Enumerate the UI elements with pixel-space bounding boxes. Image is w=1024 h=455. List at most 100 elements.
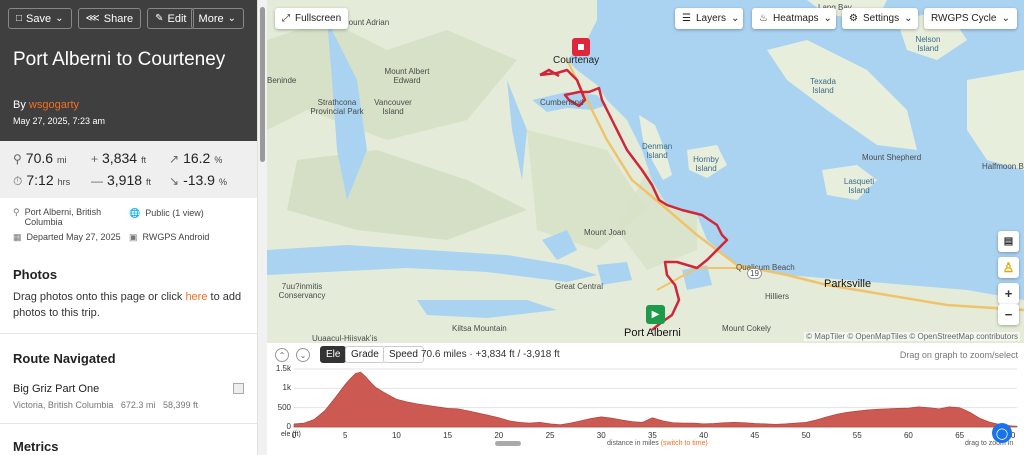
max-grade-value: 16.2 [183, 150, 211, 166]
layers-button[interactable]: ☰ Layers ⌄ [675, 8, 743, 29]
x-tick-label: 45 [750, 431, 760, 440]
map-label-hornby: Hornby Island [693, 155, 719, 173]
route-name-link[interactable]: Big Griz Part One [13, 383, 99, 395]
distance-icon: ⚲ [13, 152, 22, 166]
elevation-point [948, 406, 950, 408]
more-button[interactable]: More ⌄ [190, 8, 244, 29]
y-tick-label: 1k [282, 383, 291, 393]
elevation-point [360, 371, 362, 373]
chevron-down-icon: ⌄ [823, 13, 832, 24]
zoom-in-button[interactable]: + [998, 283, 1019, 304]
elevation-point [447, 407, 449, 409]
map-icon: ▤ [1003, 236, 1014, 247]
elevation-point [385, 393, 387, 395]
map-label-mount-cokely: Mount Cokely [722, 324, 771, 333]
elevation-point [529, 422, 531, 424]
flame-icon: ♨ [759, 13, 768, 24]
collapse-up-button[interactable]: ⌃ [275, 348, 289, 362]
map-label-cumberland: Cumberland [540, 98, 584, 107]
elevation-point [969, 411, 971, 413]
elevation-point [672, 422, 674, 424]
calendar-icon: ▦ [13, 232, 22, 242]
trip-stats: ⚲ 70.6 mi + 3,834 ft ↗ 16.2 % ⏱ 7:12 hrs… [0, 141, 257, 198]
finish-marker[interactable] [572, 38, 590, 56]
elevation-point [610, 417, 612, 419]
x-tick-label: 20 [494, 431, 504, 440]
scrollbar-thumb[interactable] [260, 7, 265, 162]
elevation-point [785, 423, 787, 425]
street-view-button[interactable]: ♙ [998, 257, 1019, 278]
globe-icon: 🌐 [129, 208, 141, 218]
route-thumbnail-image[interactable] [233, 383, 244, 394]
map-label-mount-shepherd: Mount Shepherd [862, 153, 922, 162]
settings-button[interactable]: ⚙ Settings ⌄ [842, 8, 918, 29]
elevation-point [467, 410, 469, 412]
share-button[interactable]: ⋘ Share [77, 8, 142, 29]
chevron-down-icon: ⌄ [227, 13, 236, 24]
stat-elev-loss: — 3,918 ft [91, 172, 151, 188]
fullscreen-label: Fullscreen [295, 13, 342, 24]
chat-support-button[interactable]: ◯ [992, 423, 1012, 443]
start-marker[interactable]: ▶ [646, 305, 665, 324]
switch-to-time-link[interactable]: (switch to time) [661, 440, 708, 447]
meta-location: ⚲ Port Alberni, British Columbia [13, 207, 123, 227]
tab-ele[interactable]: Ele [320, 346, 347, 363]
elevation-point [703, 423, 705, 425]
elevation-point [488, 414, 490, 416]
save-button[interactable]: □ Save ⌄ [8, 8, 72, 29]
elev-gain-unit: ft [141, 155, 147, 165]
device-icon: ▣ [129, 232, 138, 242]
save-label: Save [26, 12, 52, 25]
elevation-point [406, 401, 408, 403]
route-distance: 672.3 mi [120, 400, 156, 410]
zoom-out-button[interactable]: − [998, 304, 1019, 325]
elevation-point [539, 421, 541, 423]
plus-icon: + [91, 152, 99, 166]
elevation-point [518, 421, 520, 423]
elevation-point [897, 407, 899, 409]
elevation-point [651, 417, 653, 419]
pegman-icon: ♙ [1002, 259, 1015, 275]
map-attribution[interactable]: © MapTiler © OpenMapTiles © OpenStreetMa… [804, 332, 1020, 341]
tab-speed[interactable]: Speed [383, 346, 424, 363]
edit-button[interactable]: ✎ Edit [147, 8, 195, 29]
sidebar-scrollbar[interactable] [257, 0, 267, 455]
elevation-point [354, 373, 356, 375]
arrow-down-right-icon: ↘ [169, 174, 180, 188]
tab-grade[interactable]: Grade [345, 346, 385, 363]
stopwatch-icon: ⏱ [13, 174, 23, 188]
elevation-point [907, 407, 909, 409]
heatmaps-button[interactable]: ♨ Heatmaps ⌄ [752, 8, 836, 29]
elevation-point [349, 378, 351, 380]
x-tick-label: 5 [342, 431, 348, 440]
elevation-chart[interactable] [267, 365, 1024, 433]
elevation-point [754, 423, 756, 425]
elevation-scrollbar[interactable] [495, 441, 521, 446]
heatmaps-label: Heatmaps [772, 13, 819, 24]
elevation-point [887, 408, 889, 410]
x-tick-label: 55 [852, 431, 862, 440]
elevation-point [938, 408, 940, 410]
basemap-select[interactable]: RWGPS Cycle ⌄ [924, 8, 1017, 29]
elevation-point [621, 419, 623, 421]
trip-sidebar: □ Save ⌄ ⋘ Share ✎ Edit More ⌄ Port Albe… [0, 0, 257, 455]
chevron-down-icon: ⌄ [904, 13, 913, 24]
stat-elev-gain: + 3,834 ft [91, 150, 146, 166]
elevation-point [313, 418, 315, 420]
elevation-point [826, 416, 828, 418]
map-label-parksville: Parksville [824, 278, 872, 290]
map-view[interactable]: Courtenay Cumberland Port Alberni Parksv… [267, 0, 1024, 343]
collapse-down-button[interactable]: ⌄ [296, 348, 310, 362]
fullscreen-button[interactable]: ⤢ Fullscreen [275, 8, 349, 29]
elevation-point [856, 410, 858, 412]
add-photos-link[interactable]: here [185, 291, 207, 303]
map-label-mount-albert-edward: Mount Albert Edward [384, 67, 430, 85]
elevation-point [570, 422, 572, 424]
y-tick-label: 1.5k [275, 364, 291, 373]
elevation-summary: 70.6 miles · +3,834 ft / -3,918 ft [421, 349, 560, 360]
elevation-point [600, 416, 602, 418]
author-link[interactable]: wsgogarty [29, 99, 79, 111]
x-tick-label: 30 [596, 431, 606, 440]
map-legend-button[interactable]: ▤ [998, 231, 1019, 252]
divider [0, 333, 257, 334]
